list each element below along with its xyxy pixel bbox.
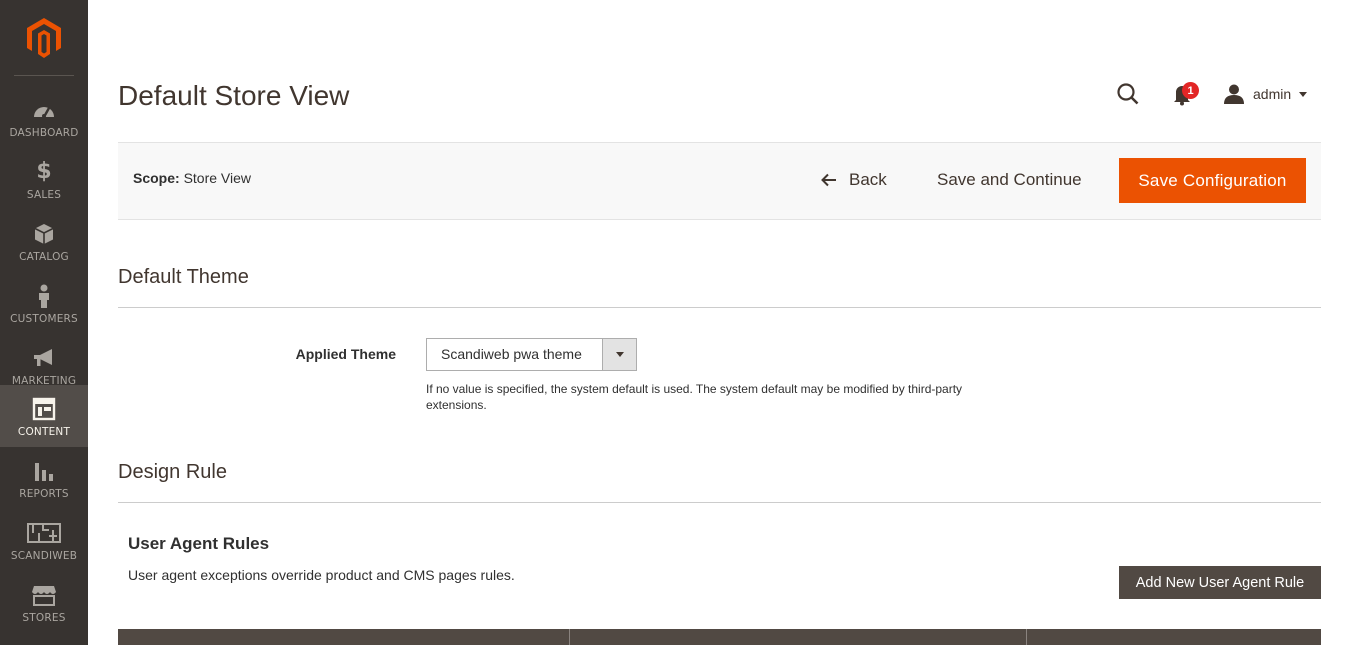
chevron-down-icon	[615, 352, 624, 357]
save-configuration-button[interactable]: Save Configuration	[1119, 158, 1306, 203]
sidebar-item-stores[interactable]: STORES	[0, 571, 88, 633]
magento-logo-icon	[27, 18, 61, 58]
notification-badge: 1	[1182, 82, 1199, 99]
box-icon	[33, 222, 55, 246]
back-button[interactable]: Back	[821, 167, 887, 193]
bar-chart-icon	[33, 459, 55, 483]
column-divider	[1026, 629, 1027, 645]
sidebar-item-label: DASHBOARD	[9, 127, 79, 139]
select-toggle[interactable]	[602, 339, 636, 370]
sidebar-item-customers[interactable]: CUSTOMERS	[0, 272, 88, 334]
section-divider	[118, 502, 1321, 503]
user-name: admin	[1253, 86, 1292, 102]
dollar-icon: $	[36, 159, 52, 184]
sidebar-item-label: CATALOG	[19, 251, 69, 263]
sidebar-item-content[interactable]: CONTENT	[0, 385, 88, 447]
sidebar-item-label: SALES	[26, 189, 62, 201]
arrow-left-icon	[821, 173, 837, 187]
section-title-default-theme[interactable]: Default Theme	[118, 266, 249, 289]
sidebar-item-label: STORES	[22, 612, 66, 624]
sidebar-item-reports[interactable]: REPORTS	[0, 447, 88, 509]
person-icon	[37, 284, 51, 308]
scope-value: Store View	[183, 170, 252, 186]
sidebar-divider	[14, 75, 74, 76]
scope-label: Scope:	[133, 170, 180, 186]
magento-logo[interactable]	[0, 0, 88, 76]
applied-theme-note: If no value is specified, the system def…	[426, 382, 963, 412]
sidebar-item-label: CUSTOMERS	[10, 313, 78, 325]
megaphone-icon	[32, 346, 56, 370]
chevron-down-icon	[1299, 91, 1308, 97]
scandiweb-icon	[27, 521, 61, 545]
selected-theme-value: Scandiweb pwa theme	[441, 346, 582, 362]
applied-theme-select[interactable]: Scandiweb pwa theme	[426, 338, 637, 371]
sidebar-item-dashboard[interactable]: DASHBOARD	[0, 86, 88, 148]
storefront-icon	[31, 583, 57, 607]
user-agent-rules-title: User Agent Rules	[128, 534, 270, 553]
section-title-design-rule[interactable]: Design Rule	[118, 461, 227, 484]
page-actions-bar: Scope: Store View Back Save and Continue…	[118, 142, 1321, 220]
page-title: Default Store View	[118, 80, 350, 111]
add-new-user-agent-rule-button[interactable]: Add New User Agent Rule	[1119, 566, 1321, 599]
user-menu[interactable]: admin	[1224, 82, 1308, 106]
sidebar-item-label: CONTENT	[17, 426, 71, 438]
applied-theme-label: Applied Theme	[295, 346, 396, 362]
user-agent-rules-description: User agent exceptions override product a…	[128, 567, 515, 583]
admin-sidebar: DASHBOARD $ SALES CATALOG CUSTOMERS MARK…	[0, 0, 88, 645]
sidebar-item-sales[interactable]: $ SALES	[0, 148, 88, 210]
column-divider	[569, 629, 570, 645]
search-icon[interactable]	[1116, 82, 1140, 106]
save-and-continue-button[interactable]: Save and Continue	[937, 167, 1082, 193]
layout-icon	[32, 397, 56, 421]
back-label: Back	[849, 170, 887, 189]
user-icon	[1224, 84, 1244, 104]
dashboard-icon	[32, 98, 56, 122]
sidebar-item-catalog[interactable]: CATALOG	[0, 210, 88, 272]
sidebar-item-label: SCANDIWEB	[10, 550, 78, 562]
scope-indicator: Scope: Store View	[133, 170, 251, 186]
sidebar-item-scandiweb[interactable]: SCANDIWEB	[0, 509, 88, 571]
user-agent-rules-table-header	[118, 629, 1321, 645]
sidebar-item-label: REPORTS	[19, 488, 69, 500]
section-divider	[118, 307, 1321, 308]
